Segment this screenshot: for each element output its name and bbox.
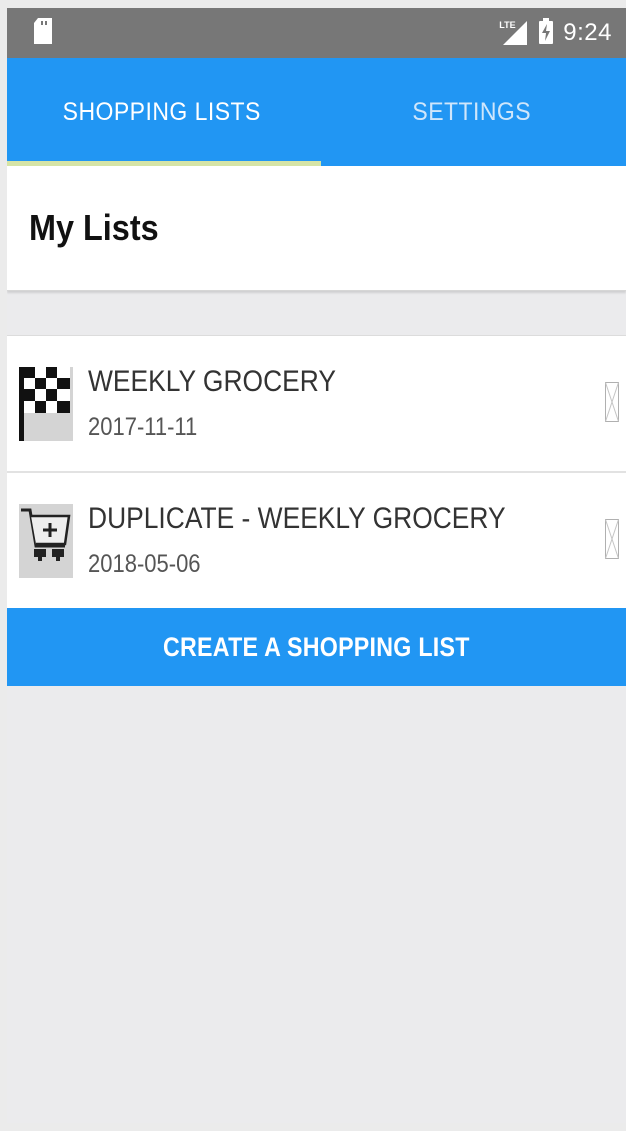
battery-charging-icon <box>539 17 554 49</box>
header-card: My Lists <box>7 166 626 291</box>
tab-indicator <box>7 161 321 166</box>
delete-icon[interactable] <box>605 381 619 422</box>
sd-card-icon <box>33 17 53 49</box>
tab-shopping-lists[interactable]: SHOPPING LISTS <box>19 58 304 166</box>
create-button-label: CREATE A SHOPPING LIST <box>163 631 470 662</box>
list-item-date: 2017-11-11 <box>88 413 198 441</box>
network-label: LTE <box>499 20 516 30</box>
cart-add-icon <box>19 503 73 578</box>
shopping-list-list: WEEKLY GROCERY 2017-11-11 DUPLICATE - WE… <box>7 335 626 608</box>
checkered-flag-icon <box>19 366 73 441</box>
tab-bar: SHOPPING LISTS SETTINGS <box>7 58 626 166</box>
app-screen: LTE 9:24 SHOPPING LISTS SETTINGS My List… <box>7 8 626 1123</box>
page-title: My Lists <box>29 207 159 248</box>
list-item-name: DUPLICATE - WEEKLY GROCERY <box>88 502 506 535</box>
status-time: 9:24 <box>563 19 612 46</box>
status-bar: LTE 9:24 <box>7 8 626 58</box>
list-item-name: WEEKLY GROCERY <box>88 365 336 398</box>
list-item-duplicate-weekly-grocery[interactable]: DUPLICATE - WEEKLY GROCERY 2018-05-06 <box>7 471 626 608</box>
list-item-weekly-grocery[interactable]: WEEKLY GROCERY 2017-11-11 <box>7 335 626 471</box>
lte-signal-icon: LTE <box>499 20 529 46</box>
list-item-date: 2018-05-06 <box>88 550 201 578</box>
delete-icon[interactable] <box>605 518 619 559</box>
create-shopping-list-button[interactable]: CREATE A SHOPPING LIST <box>7 608 626 686</box>
tab-settings[interactable]: SETTINGS <box>329 58 614 166</box>
